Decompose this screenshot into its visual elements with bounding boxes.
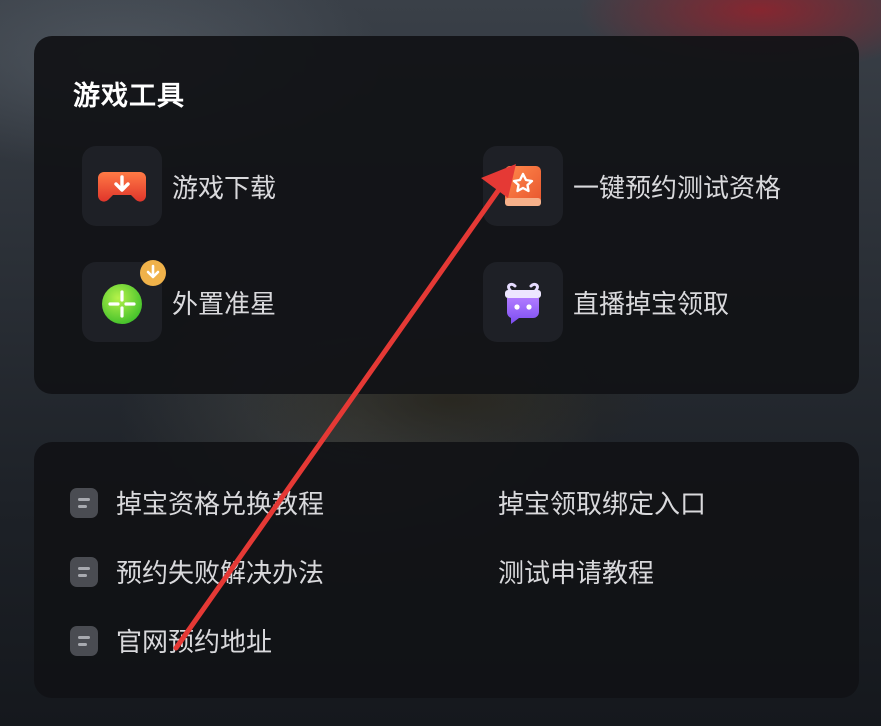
- document-icon: [70, 487, 98, 518]
- tool-label: 一键预约测试资格: [573, 173, 782, 204]
- download-badge-icon: [140, 260, 166, 286]
- guides-panel: 掉宝资格兑换教程 掉宝领取绑定入口 预约失败解决办法 测试申请教程 官网预约地址: [34, 442, 859, 698]
- link-label: 官网预约地址: [116, 628, 273, 658]
- tool-external-crosshair[interactable]: 外置准星: [82, 260, 277, 342]
- link-drop-bind-entry[interactable]: 掉宝领取绑定入口: [498, 484, 706, 521]
- game-tools-panel: 游戏工具 游戏下载 一键预约测试资格 外置准星 直播掉宝领取: [34, 36, 859, 394]
- live-gift-icon: [483, 262, 563, 342]
- tool-label: 游戏下载: [172, 173, 277, 204]
- link-official-reserve[interactable]: 官网预约地址: [70, 622, 272, 659]
- tool-game-download[interactable]: 游戏下载: [82, 146, 276, 226]
- crosshair-icon: [82, 260, 166, 342]
- reservation-book-icon: [483, 146, 563, 226]
- link-test-apply-tutorial[interactable]: 测试申请教程: [498, 553, 654, 590]
- document-icon: [70, 625, 98, 656]
- link-reserve-fail-solution[interactable]: 预约失败解决办法: [70, 553, 324, 590]
- gamepad-download-icon: [82, 146, 162, 226]
- tool-live-drops[interactable]: 直播掉宝领取: [483, 262, 729, 342]
- document-icon: [70, 556, 98, 587]
- game-tools-title: 游戏工具: [73, 81, 185, 112]
- link-drop-redeem-tutorial[interactable]: 掉宝资格兑换教程: [70, 484, 324, 521]
- link-label: 预约失败解决办法: [116, 559, 325, 589]
- link-label: 测试申请教程: [498, 559, 655, 589]
- link-label: 掉宝领取绑定入口: [498, 490, 707, 520]
- tool-reserve-test[interactable]: 一键预约测试资格: [483, 146, 781, 226]
- tool-label: 外置准星: [172, 289, 277, 320]
- tool-label: 直播掉宝领取: [573, 289, 730, 320]
- link-label: 掉宝资格兑换教程: [116, 490, 325, 520]
